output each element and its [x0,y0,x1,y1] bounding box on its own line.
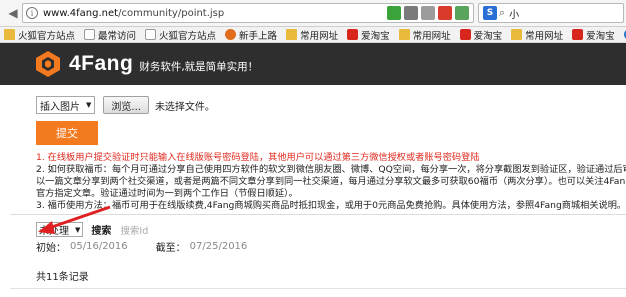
page-icon [84,29,96,40]
bookmark-item[interactable]: 爱淘宝 [347,28,390,42]
url-bar[interactable]: i www.4fang.net/community/point.jsp [22,3,474,23]
browse-button[interactable]: 浏览... [103,96,149,114]
logo-icon[interactable] [34,50,62,78]
bookmark-item[interactable]: 火狐官方站点 [4,28,75,42]
search-engine-icon[interactable]: S [483,6,497,20]
bookmark-item[interactable]: 常用网址 [398,28,451,42]
file-status: 未选择文件。 [154,101,215,113]
note-line-5: 3. 福币使用方法：福币可用于在线版续费,4Fang商城购买商品时抵扣现金，或用… [36,200,626,211]
upload-row: 插入图片 ▼ 浏览... 未选择文件。 [36,96,215,114]
note-line-2: 2. 如何获取福币：每个月可通过分享自己使用四方软件的软文到微信朋友圈、微博、Q… [36,164,626,175]
filter-row: 未处理 ▼ 搜索 搜索Id [36,222,270,237]
divider [10,214,626,215]
bookmark-item[interactable]: 爱淘宝 [459,28,503,42]
bookmark-label: 常用网址 [300,30,339,42]
bookmark-label: 常用网址 [412,30,451,42]
bookmarks-bar: 火狐官方站点 最常访问 火狐官方站点 新手上路 常用网址 爱淘宝 常用网址 爱淘宝 常用网址 爱淘… [0,27,626,43]
note-line-3: 以一篇文章分享到两个社交渠道，或者是两篇不同文章分享到同一社交渠道，每月通过分享… [36,176,626,187]
start-date-label: 初始： [36,243,66,254]
bookmark-item[interactable]: 新手上路 [225,28,277,42]
taobao-icon [459,29,471,40]
page: ◀ i www.4fang.net/community/point.jsp S … [0,0,626,297]
shield-icon[interactable] [387,6,401,20]
bookmark-label: 常用网址 [525,30,564,42]
url-text: www.4fang.net/community/point.jsp [43,8,224,19]
lock-icon[interactable] [421,6,435,20]
insert-type-value: 插入图片 [40,101,80,113]
bookmark-label: 火狐官方站点 [159,30,217,42]
bookmark-label: 爱淘宝 [361,30,390,42]
start-date-input[interactable]: 05/16/2016 [70,241,128,252]
search-bar[interactable]: S ⌕ 小 [478,3,624,23]
bookmark-star-icon[interactable] [404,6,418,20]
back-icon[interactable]: ◀ [4,4,22,22]
addon-icon[interactable] [438,6,452,20]
folder-icon [511,29,523,40]
bookmark-label: 爱淘宝 [473,30,503,42]
magnifier-icon[interactable]: ⌕ [499,6,505,20]
note-line-4: 官方指定文章。验证通过时间为一到两个工作日（节假日顺延）。 [36,188,298,199]
instructions: 1. 在线板用户提交验证时只能输入在线版账号密码登陆，其他用户可以通过第三方微信… [36,152,626,212]
date-range-row: 初始： 05/16/2016 截至： 07/25/2016 [36,239,247,254]
refresh-icon[interactable] [455,6,469,20]
end-date-input[interactable]: 07/25/2016 [190,241,248,252]
bookmark-item[interactable]: 常用网址 [511,28,563,42]
browser-toolbar: ◀ i www.4fang.net/community/point.jsp S … [0,0,626,27]
url-path: /community/point.jsp [118,7,225,19]
end-date-label: 截至： [155,243,186,254]
bookmark-label: 最常访问 [98,30,137,42]
taobao-icon [572,29,584,40]
logo-text[interactable]: 4Fang [69,52,133,76]
bookmark-item[interactable]: 常用网址 [286,28,338,42]
folder-icon [286,29,298,40]
bookmark-item[interactable]: 最常访问 [84,28,136,42]
divider [10,288,626,289]
status-select[interactable]: 未处理 ▼ [36,222,84,237]
chevron-down-icon: ▼ [75,225,81,234]
url-host: www.4fang.net [43,7,119,19]
site-slogan: 财务软件,就是简单实用！ [139,60,259,73]
site-header: 4Fang 财务软件,就是简单实用！ [0,43,626,85]
bookmark-item[interactable]: 爱淘宝 [572,28,615,42]
note-line-1: 1. 在线板用户提交验证时只能输入在线版账号密码登陆，其他用户可以通过第三方微信… [36,152,480,163]
firefox-icon [225,29,237,40]
taobao-icon [347,29,359,40]
chevron-down-icon: ▼ [86,101,92,109]
folder-icon [4,29,15,40]
status-value: 未处理 [39,226,69,237]
submit-button[interactable]: 提交 [36,121,98,145]
info-icon[interactable]: i [26,7,38,19]
search-button[interactable]: 搜索 [88,222,114,237]
search-id-input[interactable]: 搜索Id [120,223,270,237]
bookmark-label: 新手上路 [239,30,278,42]
record-count: 共11条记录 [36,272,89,283]
insert-type-select[interactable]: 插入图片 ▼ [36,96,96,114]
bookmark-item[interactable]: 火狐官方站点 [145,28,216,42]
folder-icon [398,29,410,40]
search-query: 小 [509,9,520,21]
bookmark-label: 火狐官方站点 [18,30,76,42]
bookmark-label: 爱淘宝 [586,30,615,42]
page-icon [145,29,157,40]
